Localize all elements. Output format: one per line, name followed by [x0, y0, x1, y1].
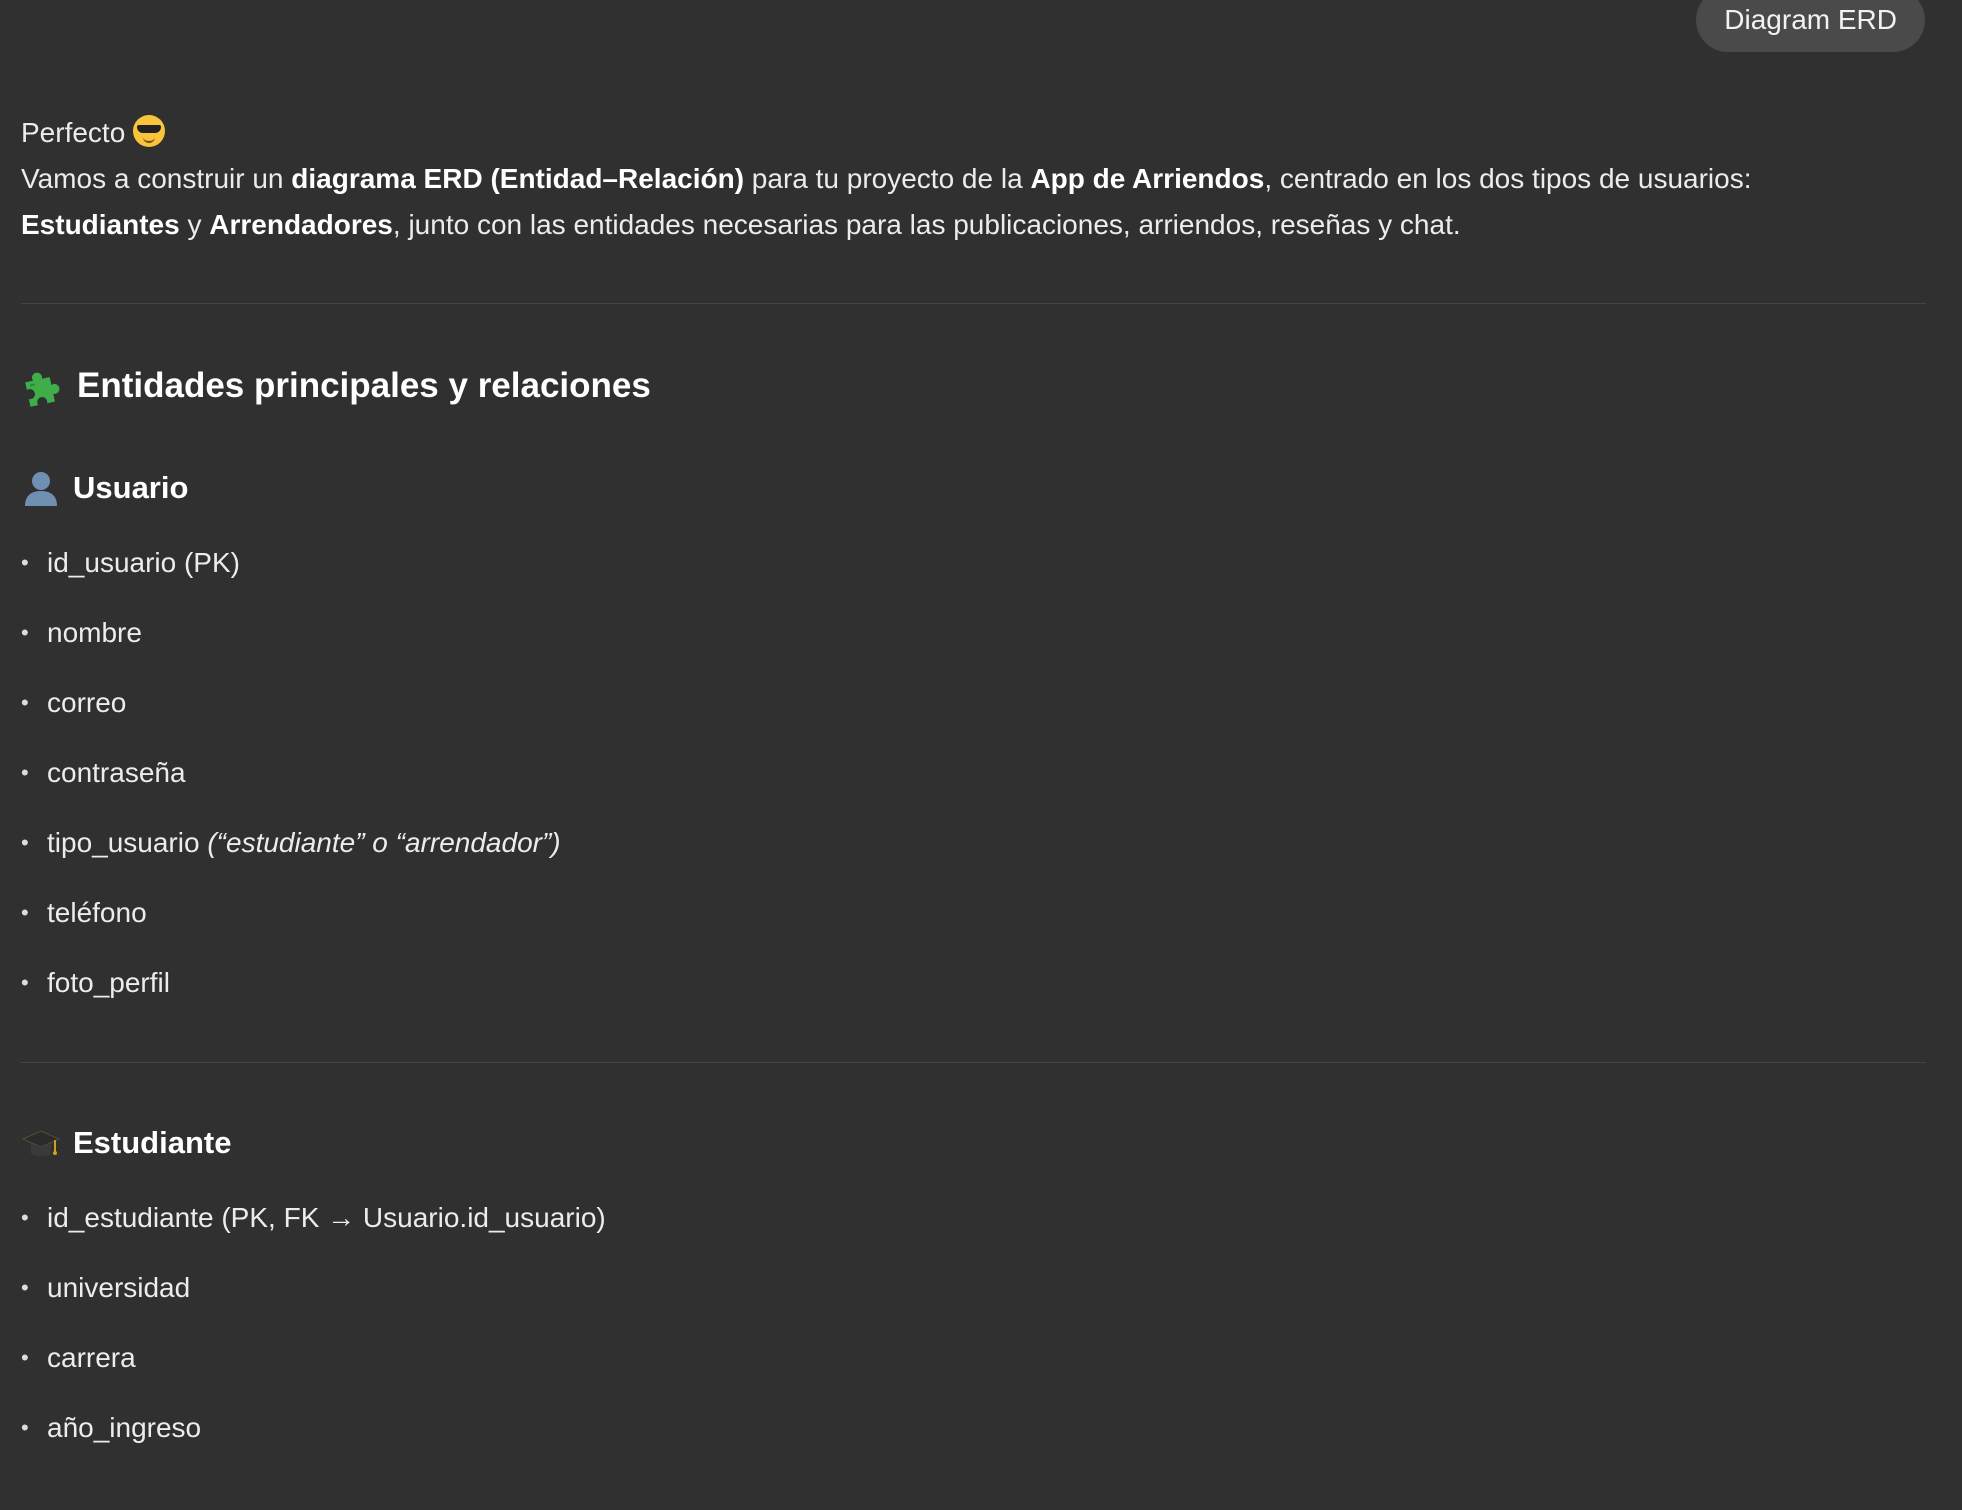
list-item: • universidad — [21, 1270, 606, 1340]
bullet: • — [21, 970, 29, 995]
smiling-face-with-sunglasses-icon — [133, 115, 166, 147]
field-text: foto_perfil — [47, 967, 170, 998]
field-text: universidad — [47, 1272, 191, 1303]
section-title: Entidades principales y relaciones — [77, 366, 651, 405]
puzzle-piece-icon — [25, 372, 60, 407]
intro-bold-estudiantes: Estudiantes — [21, 209, 180, 240]
field-text: id_usuario (PK) — [47, 547, 240, 578]
list-item: • foto_perfil — [21, 965, 561, 1035]
intro-bold-arrendadores: Arrendadores — [209, 209, 393, 240]
user-silhouette-icon — [25, 472, 57, 506]
bullet: • — [21, 550, 29, 575]
bullet: • — [21, 1415, 29, 1440]
bullet: • — [21, 1205, 29, 1230]
bullet: • — [21, 1345, 29, 1370]
list-item: • contraseña — [21, 755, 561, 825]
intro-text: , junto con las entidades necesarias par… — [392, 209, 1461, 240]
entity-heading-usuario: Usuario — [21, 468, 188, 508]
section-divider — [21, 303, 1926, 304]
list-item: • tipo_usuario (“estudiante” o “arrendado… — [21, 825, 561, 895]
list-item: • id_estudiante (PK, FK → Usuario.id_usua… — [21, 1200, 606, 1270]
section-heading: Entidades principales y relaciones — [21, 365, 651, 407]
field-text: nombre — [47, 617, 142, 648]
list-item: • año_ingreso — [21, 1410, 606, 1480]
bullet: • — [21, 760, 29, 785]
intro-text: y — [179, 209, 210, 240]
field-text: tipo_usuario — [47, 827, 208, 858]
intro-paragraph: Vamos a construir un diagrama ERD (Entid… — [21, 156, 1926, 248]
chat-page: Diagram ERD Perfecto Vamos a construir u… — [0, 0, 1962, 1510]
field-text: correo — [47, 687, 127, 718]
field-text: teléfono — [47, 897, 147, 928]
estudiante-field-list: • id_estudiante (PK, FK → Usuario.id_usua… — [21, 1200, 606, 1480]
intro-bold-app: App de Arriendos — [1030, 163, 1265, 194]
section-divider — [21, 1062, 1926, 1063]
bullet: • — [21, 830, 29, 855]
field-text: id_estudiante (PK, FK → Usuario.id_usuar… — [47, 1202, 606, 1233]
field-text: carrera — [47, 1342, 136, 1373]
greeting-text: Perfecto — [21, 117, 126, 148]
bullet: • — [21, 900, 29, 925]
user-message-bubble: Diagram ERD — [1696, 0, 1925, 52]
field-text: contraseña — [47, 757, 186, 788]
intro-text: para tu proyecto de la — [744, 163, 1031, 194]
intro-text: Vamos a construir un — [21, 163, 292, 194]
bullet: • — [21, 620, 29, 645]
user-message-text: Diagram ERD — [1724, 4, 1897, 35]
list-item: • nombre — [21, 615, 561, 685]
field-note: (“estudiante” o “arrendador”) — [207, 827, 561, 858]
entity-heading-estudiante: Estudiante — [21, 1123, 231, 1163]
bullet: • — [21, 1275, 29, 1300]
usuario-field-list: • id_usuario (PK) • nombre • correo • contra… — [21, 545, 561, 1035]
intro-bold-erd: diagrama ERD (Entidad–Relación) — [291, 163, 745, 194]
bullet: • — [21, 690, 29, 715]
list-item: • correo — [21, 685, 561, 755]
list-item: • carrera — [21, 1340, 606, 1410]
graduation-cap-icon — [21, 1130, 61, 1156]
list-item: • id_usuario (PK) — [21, 545, 561, 615]
entity-name: Estudiante — [73, 1125, 232, 1160]
field-text: año_ingreso — [47, 1412, 202, 1443]
greeting-line: Perfecto — [21, 110, 166, 156]
entity-name: Usuario — [73, 470, 189, 505]
intro-text: , centrado en los dos tipos de usuarios: — [1264, 163, 1752, 194]
list-item: • teléfono — [21, 895, 561, 965]
